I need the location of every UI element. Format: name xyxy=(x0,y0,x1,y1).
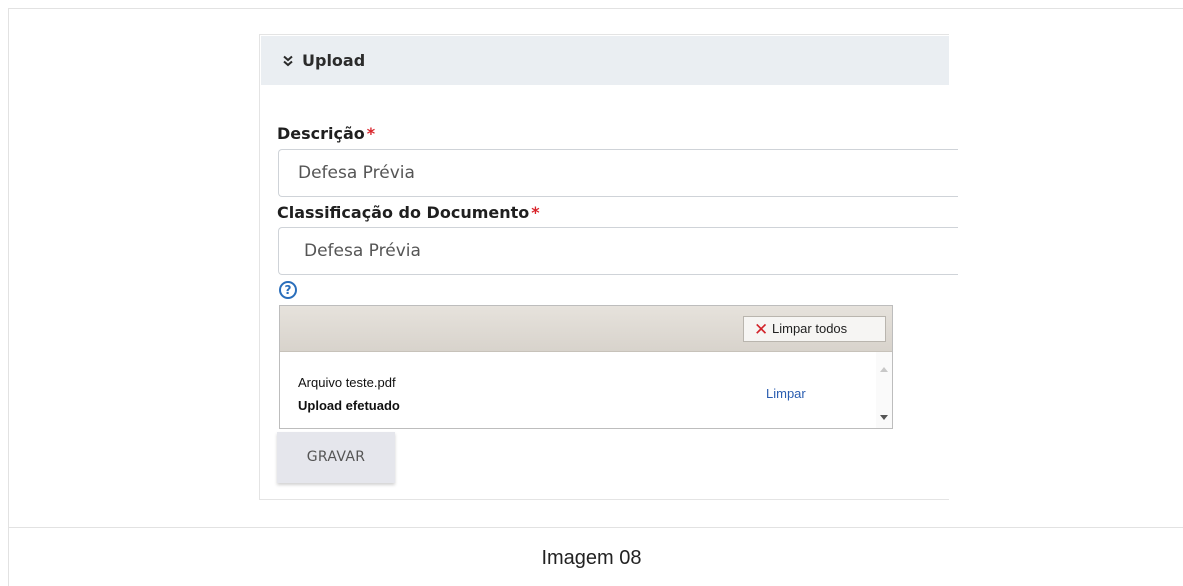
help-icon[interactable]: ? xyxy=(279,281,297,299)
upload-status: Upload efetuado xyxy=(298,398,400,413)
required-mark: * xyxy=(366,124,376,143)
save-button[interactable]: GRAVAR xyxy=(277,432,395,483)
figure-caption: Imagem 08 xyxy=(541,547,642,569)
scroll-down-arrow-icon[interactable] xyxy=(880,415,888,420)
scroll-up-arrow-icon[interactable] xyxy=(880,367,888,372)
clear-file-link[interactable]: Limpar xyxy=(766,386,806,401)
uploader-toolbar: ✕ Limpar todos xyxy=(280,306,892,352)
panel-header[interactable]: Upload xyxy=(261,36,949,85)
upload-panel: Upload Descrição * Defesa Prévia Classifi… xyxy=(259,34,958,500)
file-name: Arquivo teste.pdf xyxy=(298,375,396,390)
descricao-label: Descrição * xyxy=(277,124,376,143)
list-item: Arquivo teste.pdf Upload efetuado Limpar xyxy=(280,352,876,428)
file-uploader: ✕ Limpar todos Arquivo teste.pdf Upload … xyxy=(279,305,893,429)
clear-all-label: Limpar todos xyxy=(772,321,848,336)
classificacao-label: Classificação do Documento * xyxy=(277,203,540,222)
divider xyxy=(9,527,1183,528)
double-chevron-down-icon xyxy=(283,55,293,67)
required-mark: * xyxy=(531,203,540,222)
classificacao-select[interactable]: Defesa Prévia xyxy=(278,227,958,275)
descricao-input[interactable]: Defesa Prévia xyxy=(278,149,958,197)
panel-title: Upload xyxy=(302,51,366,70)
close-icon: ✕ xyxy=(754,320,769,340)
clear-all-button[interactable]: ✕ Limpar todos xyxy=(743,316,886,342)
scrollbar[interactable] xyxy=(876,352,892,428)
